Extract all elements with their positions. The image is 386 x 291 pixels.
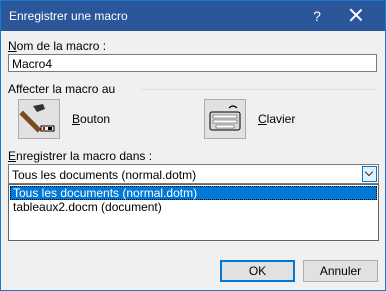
assign-button-button[interactable] [18, 99, 60, 139]
macro-name-label: Nom de la macro : [8, 39, 107, 53]
assign-keyboard-button[interactable] [204, 99, 246, 139]
list-item[interactable]: Tous les documents (normal.dotm) [10, 186, 377, 200]
assign-macro-label: Affecter la macro au [8, 82, 116, 96]
chevron-down-icon[interactable] [362, 166, 377, 182]
store-macro-label: Enregistrer la macro dans : [8, 149, 153, 163]
store-options-list: Tous les documents (normal.dotm) tableau… [8, 184, 379, 241]
macro-name-value: Macro4 [12, 57, 53, 71]
assign-button-label: Bouton [72, 112, 111, 126]
group-divider [141, 89, 377, 90]
help-button[interactable]: ? [307, 5, 327, 27]
hammer-icon [19, 104, 55, 133]
title-bar[interactable]: Enregistrer une macro ? [1, 1, 385, 31]
dialog-title: Enregistrer une macro [9, 9, 128, 23]
cancel-button[interactable]: Annuler [303, 260, 378, 282]
ok-button[interactable]: OK [220, 260, 295, 282]
list-item[interactable]: tableaux2.docm (document) [10, 200, 377, 214]
record-macro-dialog: Enregistrer une macro ? Nom de la macro … [0, 0, 386, 291]
keyboard-icon [209, 105, 241, 131]
assign-keyboard-label: Clavier [258, 112, 296, 126]
store-macro-select[interactable]: Tous les documents (normal.dotm) [8, 164, 379, 184]
macro-name-input[interactable]: Macro4 [8, 54, 377, 72]
close-icon[interactable] [345, 5, 367, 27]
store-selected-value: Tous les documents (normal.dotm) [12, 168, 197, 182]
